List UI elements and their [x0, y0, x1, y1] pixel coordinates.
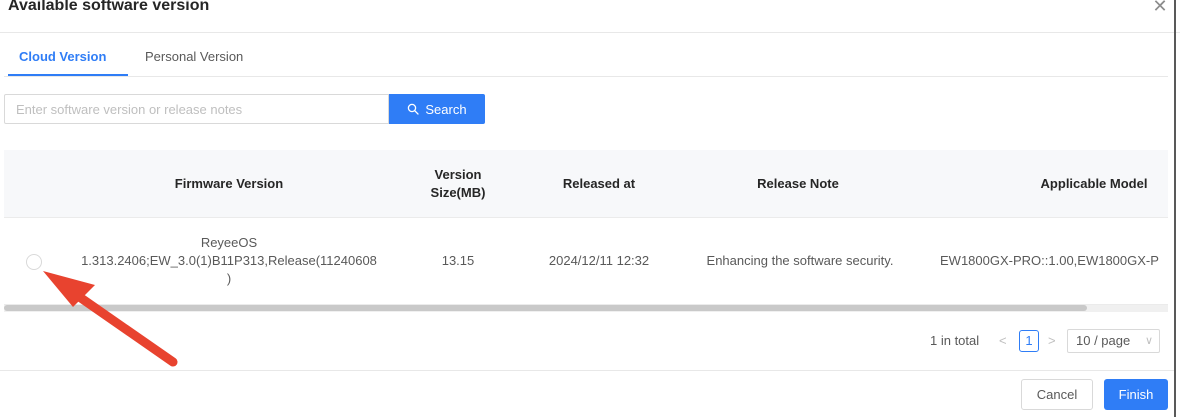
- released-at-cell: 2024/12/11 12:32: [548, 253, 650, 268]
- search-button-label: Search: [425, 101, 467, 117]
- version-tabs: Cloud Version Personal Version: [4, 40, 1168, 77]
- total-count: 1 in total: [930, 333, 980, 348]
- dialog-title: Available software version: [8, 0, 210, 14]
- row-select-radio[interactable]: [26, 254, 42, 270]
- release-note-cell: Enhancing the software security.: [706, 253, 894, 268]
- page-1-button[interactable]: 1: [1019, 330, 1039, 352]
- column-released-at: Released at: [562, 175, 636, 191]
- search-icon: [408, 103, 420, 115]
- firmware-version-cell: ReyeeOS 1.313.2406;EW_3.0(1)B11P313,Rele…: [62, 218, 396, 304]
- tab-personal-version[interactable]: Personal Version: [145, 48, 243, 66]
- dialog-header: Available software version ✕: [0, 0, 1180, 33]
- search-input[interactable]: [4, 94, 389, 124]
- footer-divider: [0, 370, 1174, 371]
- page-size-value: 10 / page: [1076, 333, 1131, 348]
- chevron-down-icon: ∨: [1144, 335, 1153, 347]
- prev-page-icon[interactable]: <: [999, 329, 1007, 353]
- firmware-build-end: ): [226, 271, 232, 286]
- tab-cloud-version[interactable]: Cloud Version: [19, 48, 106, 66]
- version-size-cell: 13.15: [441, 253, 475, 268]
- active-tab-indicator: [8, 74, 128, 76]
- column-firmware-version: Firmware Version: [174, 175, 284, 191]
- scrollbar-thumb[interactable]: [4, 305, 1087, 311]
- search-button[interactable]: Search: [389, 94, 485, 124]
- cancel-button[interactable]: Cancel: [1021, 379, 1093, 410]
- column-applicable-model: Applicable Model: [1040, 175, 1148, 191]
- firmware-build: 1.313.2406;EW_3.0(1)B11P313,Release(1124…: [81, 253, 377, 268]
- column-release-note: Release Note: [757, 175, 839, 191]
- table-row: ReyeeOS 1.313.2406;EW_3.0(1)B11P313,Rele…: [4, 218, 1168, 305]
- horizontal-scrollbar[interactable]: [4, 305, 1168, 312]
- applicable-model-cell: EW1800GX-PRO::1.00,EW1800GX-P: [940, 253, 1159, 268]
- column-version-size: Version Size(MB): [430, 166, 486, 200]
- close-icon[interactable]: ✕: [1150, 0, 1170, 16]
- next-page-icon[interactable]: >: [1048, 329, 1056, 353]
- table-header: Firmware Version Version Size(MB) Releas…: [4, 150, 1168, 218]
- page-size-select[interactable]: 10 / page ∨: [1067, 329, 1160, 353]
- finish-button[interactable]: Finish: [1104, 379, 1168, 410]
- software-version-dialog: Available software version ✕ Cloud Versi…: [0, 0, 1180, 417]
- firmware-name: ReyeeOS: [200, 235, 258, 250]
